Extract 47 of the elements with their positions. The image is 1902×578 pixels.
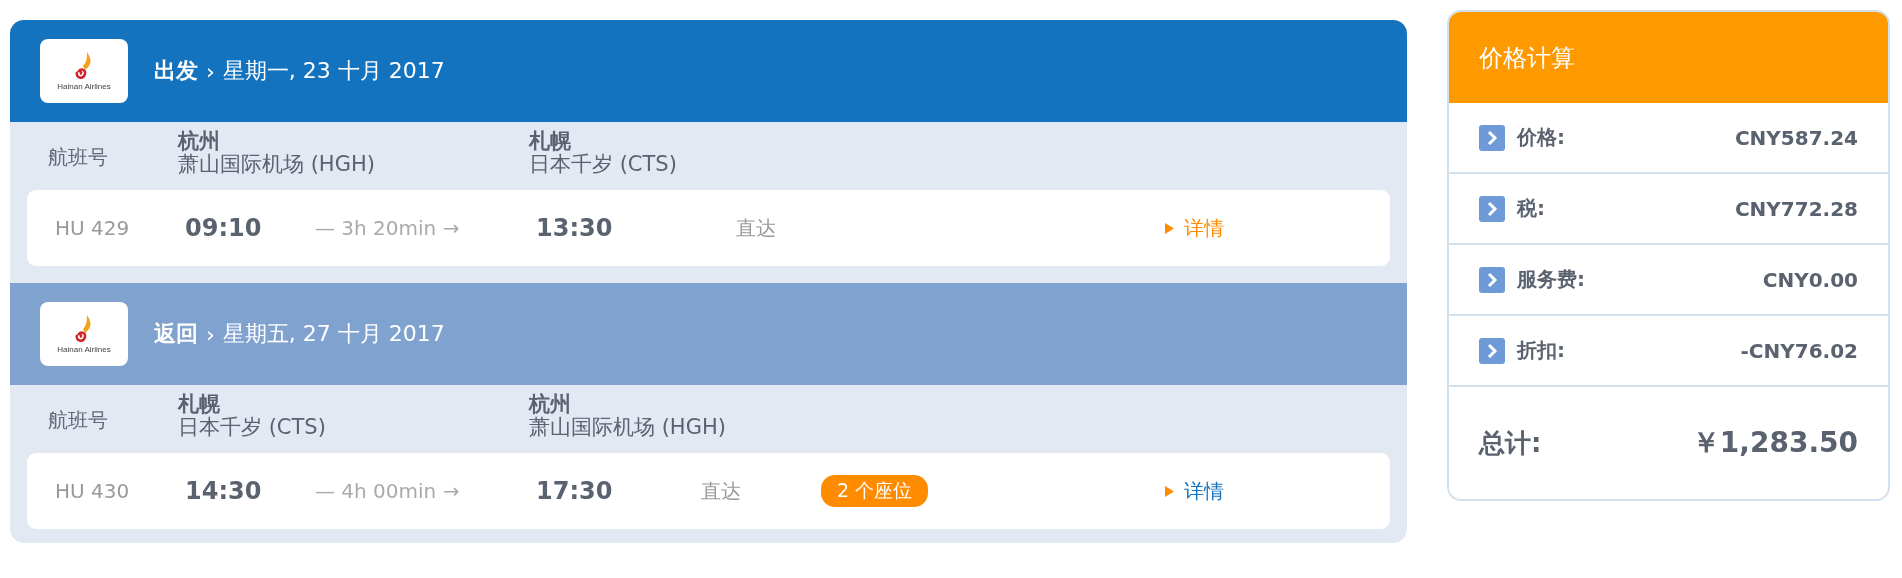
price-label: 价格: <box>1516 124 1566 151</box>
panel-title: 价格计算 <box>1448 12 1888 103</box>
seats-badge: 2 个座位 <box>821 475 929 507</box>
price-value: CNY587.24 <box>1734 125 1858 150</box>
total-value: ￥1,283.50 <box>1691 425 1858 461</box>
departure-time: 14:30 <box>185 477 263 505</box>
triangle-icon <box>1164 222 1174 234</box>
chevron-icon <box>1478 195 1505 222</box>
separator: › <box>206 58 215 84</box>
logo-text: Hainan Airlines <box>57 81 111 91</box>
destination-city: 札幌 <box>529 130 572 152</box>
price-value: CNY0.00 <box>1762 267 1858 292</box>
price-label: 服务费: <box>1516 266 1586 293</box>
leg-date: 星期一, 23 十月 2017 <box>222 57 445 85</box>
flight-duration: — 4h 00min → <box>315 479 461 503</box>
direction-label: 出发 <box>154 57 198 85</box>
flight-number: HU 429 <box>55 216 131 240</box>
origin-city: 杭州 <box>178 130 221 152</box>
total-label: 总计: <box>1478 426 1543 460</box>
arrival-time: 17:30 <box>536 477 614 505</box>
price-label: 折扣: <box>1516 337 1566 364</box>
column-label: 航班号 <box>48 407 109 434</box>
separator: › <box>206 321 215 347</box>
stops-label: 直达 <box>701 477 742 505</box>
destination-airport: 日本千岁 (CTS) <box>529 152 678 176</box>
direction-label: 返回 <box>154 320 198 348</box>
leg-date: 星期五, 27 十月 2017 <box>222 320 445 348</box>
price-value: CNY772.28 <box>1734 196 1858 221</box>
origin-airport: 萧山国际机场 (HGH) <box>178 152 376 176</box>
departure-time: 09:10 <box>185 214 263 242</box>
destination-city: 杭州 <box>529 393 572 415</box>
arrival-time: 13:30 <box>536 214 614 242</box>
origin-airport: 日本千岁 (CTS) <box>178 415 327 439</box>
chevron-icon <box>1478 266 1505 293</box>
chevron-icon <box>1478 337 1505 364</box>
origin-city: 札幌 <box>178 393 221 415</box>
details-link[interactable]: 详情 <box>1164 477 1390 505</box>
destination-airport: 萧山国际机场 (HGH) <box>529 415 727 439</box>
price-label: 税: <box>1516 195 1546 222</box>
flight-number: HU 430 <box>55 479 131 503</box>
triangle-icon <box>1164 485 1174 497</box>
flight-duration: — 3h 20min → <box>315 216 461 240</box>
logo-text: Hainan Airlines <box>57 344 111 354</box>
stops-label: 直达 <box>736 214 777 242</box>
chevron-icon <box>1478 124 1505 151</box>
price-value: -CNY76.02 <box>1740 338 1858 363</box>
column-label: 航班号 <box>48 144 109 171</box>
